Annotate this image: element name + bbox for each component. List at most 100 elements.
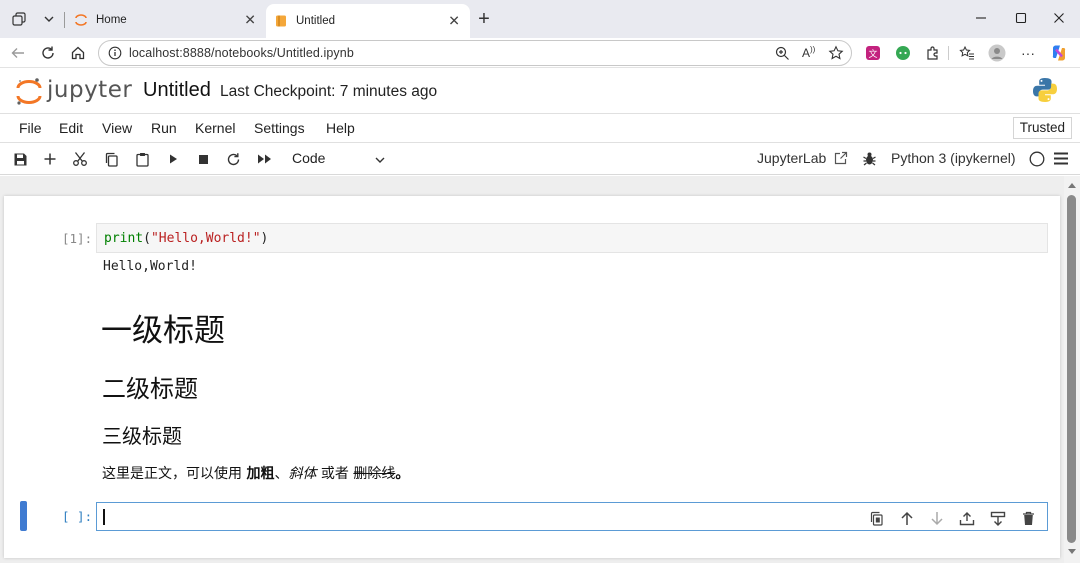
save-icon[interactable] bbox=[11, 150, 29, 168]
new-tab-button[interactable]: + bbox=[471, 7, 497, 31]
trusted-indicator[interactable]: Trusted bbox=[1012, 117, 1072, 139]
paragraph-prefix: 这里是正文，可以使用 bbox=[102, 466, 247, 482]
favorites-collection-icon[interactable] bbox=[958, 44, 976, 62]
window-close-icon[interactable] bbox=[1044, 8, 1074, 28]
notebook-title[interactable]: Untitled bbox=[143, 79, 211, 102]
workspaces-icon[interactable] bbox=[6, 7, 32, 31]
refresh-icon[interactable] bbox=[37, 42, 59, 64]
external-link-icon[interactable] bbox=[834, 151, 848, 165]
tab-list-chevron-icon[interactable] bbox=[36, 7, 62, 31]
cell-1-prompt: [1]: bbox=[62, 231, 93, 246]
browser-address-bar: localhost:8888/notebooks/Untitled.ipynb … bbox=[0, 38, 1080, 68]
markdown-heading-2: 二级标题 bbox=[102, 375, 198, 403]
jupyter-logo-icon[interactable] bbox=[15, 77, 43, 107]
tab-untitled[interactable]: Untitled ✕ bbox=[266, 4, 470, 38]
menu-edit[interactable]: Edit bbox=[59, 120, 83, 136]
markdown-paragraph: 这里是正文，可以使用 加粗、斜体 或者 删除线。 bbox=[102, 463, 409, 483]
code-close-paren: ) bbox=[260, 231, 269, 246]
window-maximize-icon[interactable] bbox=[1006, 8, 1036, 28]
tab-separator bbox=[64, 12, 65, 28]
svg-text:文: 文 bbox=[868, 48, 877, 60]
paragraph-italic-text: 斜体 bbox=[288, 466, 317, 482]
paragraph-middle: 或者 bbox=[316, 466, 354, 482]
url-text: localhost:8888/notebooks/Untitled.ipynb bbox=[129, 46, 354, 60]
code-open-paren: ( bbox=[143, 231, 151, 246]
paragraph-bold-text: 加粗 bbox=[246, 466, 275, 482]
run-cell-icon[interactable] bbox=[164, 150, 182, 168]
cut-icon[interactable] bbox=[71, 150, 89, 168]
paste-icon[interactable] bbox=[133, 150, 151, 168]
more-options-icon[interactable]: ··· bbox=[1019, 44, 1037, 62]
paragraph-suffix: 。 bbox=[395, 466, 410, 482]
zoom-icon[interactable] bbox=[775, 46, 790, 61]
copilot-icon[interactable] bbox=[1050, 44, 1068, 62]
markdown-heading-1: 一级标题 bbox=[101, 313, 225, 349]
browser-tab-bar: Home ✕ Untitled ✕ + bbox=[0, 0, 1080, 38]
scroll-down-arrow-icon[interactable] bbox=[1067, 548, 1077, 556]
kernel-status-idle-icon bbox=[1029, 151, 1045, 167]
markdown-heading-3: 三级标题 bbox=[102, 424, 182, 448]
home-icon[interactable] bbox=[67, 42, 89, 64]
cell-type-label: Code bbox=[292, 150, 326, 166]
cell-1-code-editor[interactable]: print("Hello,World!") bbox=[96, 223, 1048, 253]
code-string-literal: "Hello,World!" bbox=[150, 231, 261, 246]
menu-kernel[interactable]: Kernel bbox=[195, 120, 235, 136]
cell-1-output: Hello,World! bbox=[103, 259, 197, 274]
move-cell-up-icon[interactable] bbox=[899, 510, 915, 526]
menu-file[interactable]: File bbox=[19, 120, 42, 136]
cell-3-prompt: [ ]: bbox=[62, 509, 93, 524]
add-cell-icon[interactable] bbox=[41, 150, 59, 168]
text-cursor bbox=[103, 509, 105, 525]
tab-home[interactable]: Home ✕ bbox=[66, 4, 266, 35]
restart-kernel-icon[interactable] bbox=[224, 150, 242, 168]
cell-type-select[interactable]: Code bbox=[286, 148, 386, 170]
read-aloud-icon[interactable]: A)) bbox=[802, 45, 815, 60]
chevron-down-icon bbox=[374, 154, 386, 166]
duplicate-cell-icon[interactable] bbox=[868, 510, 884, 526]
toolbar-separator bbox=[948, 46, 949, 60]
chat-extension-icon[interactable] bbox=[894, 44, 912, 62]
profile-avatar-icon[interactable] bbox=[988, 44, 1006, 62]
jupyter-header: jupyter Untitled Last Checkpoint: 7 minu… bbox=[0, 69, 1080, 113]
jupyter-logo-text[interactable]: jupyter bbox=[47, 77, 132, 103]
menu-bar: File Edit View Run Kernel Settings Help … bbox=[0, 113, 1080, 143]
scrollbar-thumb[interactable] bbox=[1067, 195, 1076, 543]
tab-home-close-icon[interactable]: ✕ bbox=[244, 11, 256, 28]
debugger-bug-icon[interactable] bbox=[862, 151, 877, 166]
insert-cell-above-icon[interactable] bbox=[959, 510, 975, 526]
menu-view[interactable]: View bbox=[102, 120, 132, 136]
tab-untitled-close-icon[interactable]: ✕ bbox=[448, 13, 460, 30]
address-input[interactable]: localhost:8888/notebooks/Untitled.ipynb … bbox=[98, 40, 852, 66]
last-checkpoint-text: Last Checkpoint: 7 minutes ago bbox=[220, 83, 438, 100]
back-arrow-icon[interactable] bbox=[7, 42, 29, 64]
tab-home-label: Home bbox=[96, 13, 127, 26]
extensions-puzzle-icon[interactable] bbox=[924, 44, 942, 62]
code-function-name: print bbox=[104, 231, 144, 246]
stop-kernel-icon[interactable] bbox=[194, 150, 212, 168]
cell-1-code: print("Hello,World!") bbox=[104, 231, 268, 246]
delete-cell-icon[interactable] bbox=[1020, 510, 1036, 526]
menu-run[interactable]: Run bbox=[151, 120, 177, 136]
hamburger-menu-icon[interactable] bbox=[1054, 152, 1068, 165]
restart-run-all-icon[interactable] bbox=[255, 150, 273, 168]
jupyter-favicon-icon bbox=[74, 13, 88, 27]
active-cell-indicator bbox=[20, 501, 27, 531]
window-minimize-icon[interactable] bbox=[966, 8, 996, 28]
site-info-icon[interactable] bbox=[108, 46, 122, 60]
menu-settings[interactable]: Settings bbox=[254, 120, 305, 136]
jupyterlab-link[interactable]: JupyterLab bbox=[757, 150, 826, 166]
insert-cell-below-icon[interactable] bbox=[990, 510, 1006, 526]
menu-help[interactable]: Help bbox=[326, 120, 355, 136]
favorite-star-icon[interactable] bbox=[828, 45, 844, 61]
kernel-name[interactable]: Python 3 (ipykernel) bbox=[891, 150, 1016, 166]
paragraph-separator: 、 bbox=[274, 466, 289, 482]
scroll-up-arrow-icon[interactable] bbox=[1067, 181, 1077, 189]
move-cell-down-icon[interactable] bbox=[929, 510, 945, 526]
tab-untitled-label: Untitled bbox=[296, 15, 335, 27]
copy-icon[interactable] bbox=[102, 150, 120, 168]
translate-extension-icon[interactable]: 文 bbox=[864, 44, 882, 62]
cell-3-code-editor[interactable] bbox=[96, 502, 1048, 531]
notebook-toolbar: Code JupyterLab Python 3 (ipykernel) bbox=[0, 143, 1080, 175]
notebook-favicon-icon bbox=[274, 14, 288, 28]
paragraph-strikethrough-text: 删除线 bbox=[353, 466, 396, 482]
